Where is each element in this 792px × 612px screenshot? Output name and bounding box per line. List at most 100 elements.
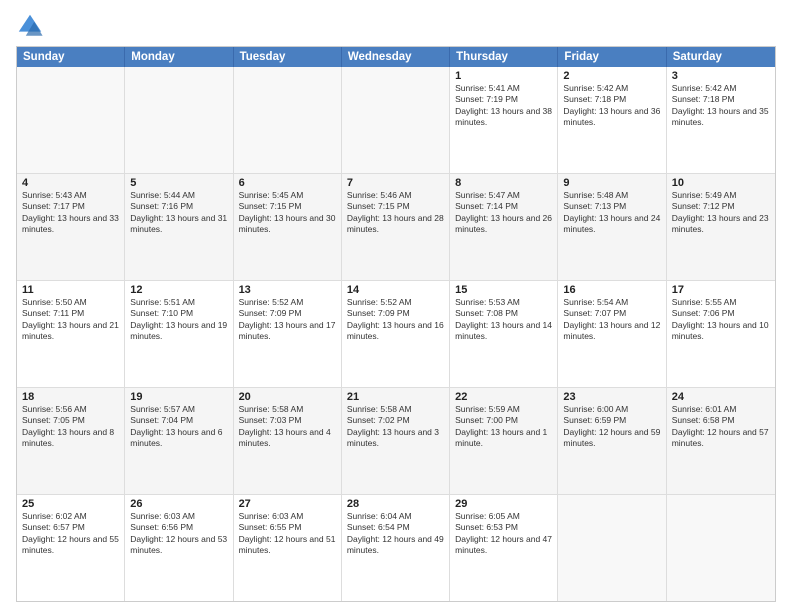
calendar-cell: 6Sunrise: 5:45 AM Sunset: 7:15 PM Daylig… [234,174,342,280]
calendar-cell [558,495,666,601]
day-number: 26 [130,498,227,510]
day-info: Sunrise: 5:58 AM Sunset: 7:03 PM Dayligh… [239,404,336,450]
calendar-cell: 29Sunrise: 6:05 AM Sunset: 6:53 PM Dayli… [450,495,558,601]
day-info: Sunrise: 6:00 AM Sunset: 6:59 PM Dayligh… [563,404,660,450]
calendar-cell: 18Sunrise: 5:56 AM Sunset: 7:05 PM Dayli… [17,388,125,494]
day-info: Sunrise: 5:52 AM Sunset: 7:09 PM Dayligh… [347,297,444,343]
calendar-cell: 11Sunrise: 5:50 AM Sunset: 7:11 PM Dayli… [17,281,125,387]
calendar-cell: 16Sunrise: 5:54 AM Sunset: 7:07 PM Dayli… [558,281,666,387]
calendar-cell: 9Sunrise: 5:48 AM Sunset: 7:13 PM Daylig… [558,174,666,280]
calendar-body: 1Sunrise: 5:41 AM Sunset: 7:19 PM Daylig… [17,67,775,601]
day-info: Sunrise: 5:53 AM Sunset: 7:08 PM Dayligh… [455,297,552,343]
day-info: Sunrise: 5:43 AM Sunset: 7:17 PM Dayligh… [22,190,119,236]
calendar-cell: 10Sunrise: 5:49 AM Sunset: 7:12 PM Dayli… [667,174,775,280]
day-info: Sunrise: 5:52 AM Sunset: 7:09 PM Dayligh… [239,297,336,343]
calendar-header-cell: Monday [125,47,233,67]
day-info: Sunrise: 6:04 AM Sunset: 6:54 PM Dayligh… [347,511,444,557]
calendar-row: 18Sunrise: 5:56 AM Sunset: 7:05 PM Dayli… [17,388,775,495]
day-number: 6 [239,177,336,189]
calendar-cell: 20Sunrise: 5:58 AM Sunset: 7:03 PM Dayli… [234,388,342,494]
calendar-cell: 4Sunrise: 5:43 AM Sunset: 7:17 PM Daylig… [17,174,125,280]
calendar-cell: 22Sunrise: 5:59 AM Sunset: 7:00 PM Dayli… [450,388,558,494]
page: SundayMondayTuesdayWednesdayThursdayFrid… [0,0,792,612]
day-info: Sunrise: 6:05 AM Sunset: 6:53 PM Dayligh… [455,511,552,557]
calendar-cell: 28Sunrise: 6:04 AM Sunset: 6:54 PM Dayli… [342,495,450,601]
day-number: 24 [672,391,770,403]
calendar: SundayMondayTuesdayWednesdayThursdayFrid… [16,46,776,602]
day-info: Sunrise: 5:59 AM Sunset: 7:00 PM Dayligh… [455,404,552,450]
day-number: 4 [22,177,119,189]
day-number: 16 [563,284,660,296]
day-number: 9 [563,177,660,189]
day-info: Sunrise: 5:55 AM Sunset: 7:06 PM Dayligh… [672,297,770,343]
day-info: Sunrise: 5:45 AM Sunset: 7:15 PM Dayligh… [239,190,336,236]
day-number: 19 [130,391,227,403]
day-number: 12 [130,284,227,296]
day-number: 20 [239,391,336,403]
calendar-cell: 12Sunrise: 5:51 AM Sunset: 7:10 PM Dayli… [125,281,233,387]
calendar-cell [667,495,775,601]
day-info: Sunrise: 5:56 AM Sunset: 7:05 PM Dayligh… [22,404,119,450]
day-info: Sunrise: 5:50 AM Sunset: 7:11 PM Dayligh… [22,297,119,343]
calendar-row: 1Sunrise: 5:41 AM Sunset: 7:19 PM Daylig… [17,67,775,174]
day-number: 15 [455,284,552,296]
day-number: 3 [672,70,770,82]
logo-icon [16,12,44,40]
calendar-row: 4Sunrise: 5:43 AM Sunset: 7:17 PM Daylig… [17,174,775,281]
calendar-cell: 7Sunrise: 5:46 AM Sunset: 7:15 PM Daylig… [342,174,450,280]
day-info: Sunrise: 5:44 AM Sunset: 7:16 PM Dayligh… [130,190,227,236]
day-number: 13 [239,284,336,296]
day-info: Sunrise: 5:46 AM Sunset: 7:15 PM Dayligh… [347,190,444,236]
day-info: Sunrise: 6:02 AM Sunset: 6:57 PM Dayligh… [22,511,119,557]
calendar-cell: 25Sunrise: 6:02 AM Sunset: 6:57 PM Dayli… [17,495,125,601]
day-info: Sunrise: 5:54 AM Sunset: 7:07 PM Dayligh… [563,297,660,343]
day-info: Sunrise: 5:47 AM Sunset: 7:14 PM Dayligh… [455,190,552,236]
calendar-cell [125,67,233,173]
day-info: Sunrise: 5:41 AM Sunset: 7:19 PM Dayligh… [455,83,552,129]
day-info: Sunrise: 5:58 AM Sunset: 7:02 PM Dayligh… [347,404,444,450]
calendar-cell: 17Sunrise: 5:55 AM Sunset: 7:06 PM Dayli… [667,281,775,387]
calendar-row: 11Sunrise: 5:50 AM Sunset: 7:11 PM Dayli… [17,281,775,388]
calendar-cell: 3Sunrise: 5:42 AM Sunset: 7:18 PM Daylig… [667,67,775,173]
day-info: Sunrise: 6:03 AM Sunset: 6:56 PM Dayligh… [130,511,227,557]
calendar-cell: 8Sunrise: 5:47 AM Sunset: 7:14 PM Daylig… [450,174,558,280]
day-info: Sunrise: 5:42 AM Sunset: 7:18 PM Dayligh… [563,83,660,129]
day-number: 10 [672,177,770,189]
day-number: 27 [239,498,336,510]
day-number: 2 [563,70,660,82]
calendar-cell: 23Sunrise: 6:00 AM Sunset: 6:59 PM Dayli… [558,388,666,494]
calendar-cell: 26Sunrise: 6:03 AM Sunset: 6:56 PM Dayli… [125,495,233,601]
day-number: 14 [347,284,444,296]
calendar-header: SundayMondayTuesdayWednesdayThursdayFrid… [17,47,775,67]
calendar-cell: 27Sunrise: 6:03 AM Sunset: 6:55 PM Dayli… [234,495,342,601]
day-number: 18 [22,391,119,403]
logo [16,12,48,40]
day-info: Sunrise: 6:03 AM Sunset: 6:55 PM Dayligh… [239,511,336,557]
day-info: Sunrise: 5:48 AM Sunset: 7:13 PM Dayligh… [563,190,660,236]
calendar-cell: 2Sunrise: 5:42 AM Sunset: 7:18 PM Daylig… [558,67,666,173]
calendar-header-cell: Wednesday [342,47,450,67]
calendar-cell [342,67,450,173]
day-number: 22 [455,391,552,403]
day-info: Sunrise: 5:57 AM Sunset: 7:04 PM Dayligh… [130,404,227,450]
day-info: Sunrise: 5:42 AM Sunset: 7:18 PM Dayligh… [672,83,770,129]
day-number: 21 [347,391,444,403]
header [16,12,776,40]
day-number: 25 [22,498,119,510]
day-number: 23 [563,391,660,403]
calendar-cell: 13Sunrise: 5:52 AM Sunset: 7:09 PM Dayli… [234,281,342,387]
calendar-cell: 15Sunrise: 5:53 AM Sunset: 7:08 PM Dayli… [450,281,558,387]
calendar-cell: 14Sunrise: 5:52 AM Sunset: 7:09 PM Dayli… [342,281,450,387]
calendar-header-cell: Thursday [450,47,558,67]
day-number: 8 [455,177,552,189]
calendar-cell: 19Sunrise: 5:57 AM Sunset: 7:04 PM Dayli… [125,388,233,494]
calendar-cell [234,67,342,173]
calendar-cell [17,67,125,173]
day-number: 29 [455,498,552,510]
calendar-cell: 24Sunrise: 6:01 AM Sunset: 6:58 PM Dayli… [667,388,775,494]
calendar-header-cell: Tuesday [234,47,342,67]
day-number: 5 [130,177,227,189]
calendar-cell: 5Sunrise: 5:44 AM Sunset: 7:16 PM Daylig… [125,174,233,280]
day-info: Sunrise: 5:49 AM Sunset: 7:12 PM Dayligh… [672,190,770,236]
calendar-header-cell: Sunday [17,47,125,67]
